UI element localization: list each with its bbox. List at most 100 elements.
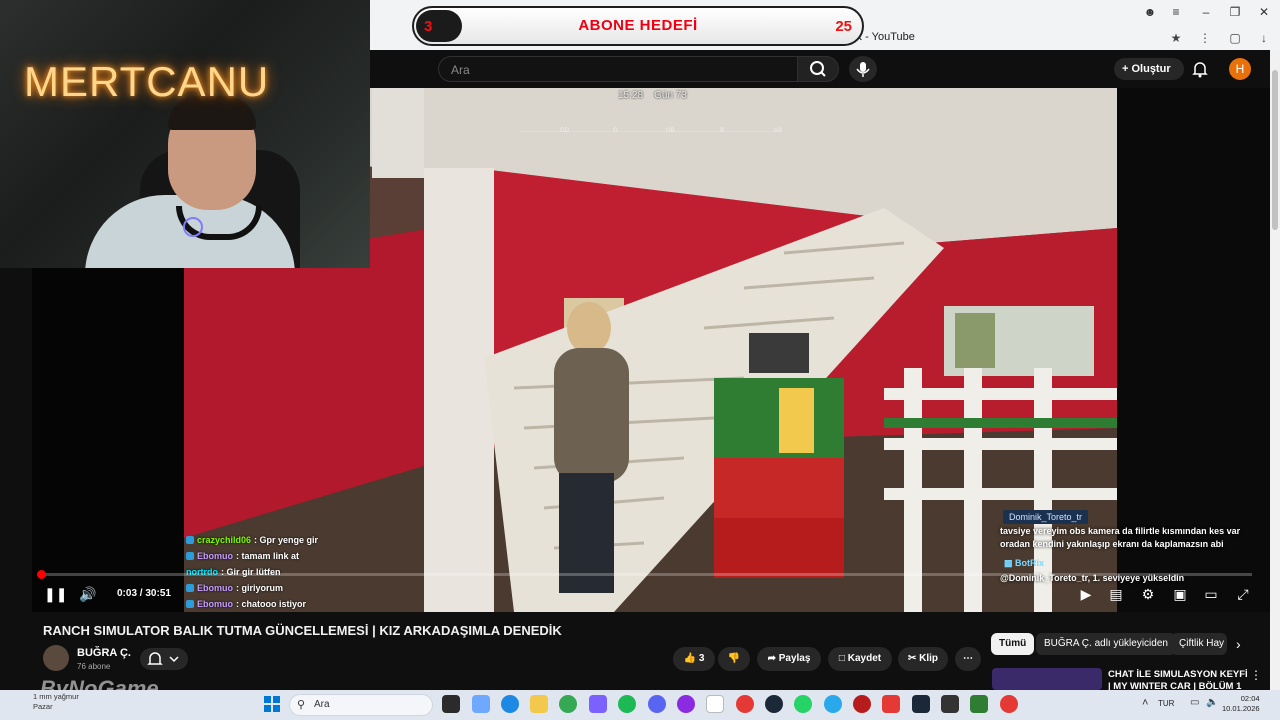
progress-bar[interactable] <box>40 573 1252 576</box>
yandex-icon[interactable] <box>706 695 724 713</box>
subtitles-icon: ▤ <box>1109 586 1123 602</box>
chat-text: : chatooo istiyor <box>236 599 307 609</box>
fullscreen-icon: ⤢ <box>1237 586 1249 602</box>
start-button[interactable] <box>264 696 280 712</box>
app-icon[interactable] <box>970 695 988 713</box>
stream-chat-overlay: crazychild06: Gpr yenge gir Ebomuo: tama… <box>186 532 426 612</box>
steam-icon[interactable] <box>912 695 930 713</box>
notifications-button[interactable] <box>1191 60 1209 78</box>
network-icon[interactable]: ▭ <box>1190 697 1199 708</box>
teams-icon[interactable] <box>589 695 607 713</box>
game-clock: 15:28 Gün 73 <box>618 90 687 101</box>
app-icon[interactable] <box>1000 695 1018 713</box>
bookmark-icon: □ <box>838 653 848 664</box>
chat-user: crazychild06 <box>197 535 252 545</box>
channel-avatar[interactable] <box>43 645 69 671</box>
game-day: Gün 73 <box>654 90 687 101</box>
headphone-logo-icon <box>183 217 203 237</box>
scrollbar-thumb[interactable] <box>1272 70 1278 230</box>
recommended-thumbnail[interactable] <box>992 668 1102 690</box>
create-button[interactable]: + Oluştur <box>1114 58 1184 80</box>
extensions-icon[interactable]: ▢ <box>1226 29 1244 47</box>
pause-icon: ❚❚ <box>44 586 68 602</box>
taskbar-clock[interactable]: 02:04 10.01.2026 <box>1222 694 1260 714</box>
voice-search-button[interactable] <box>849 56 877 82</box>
chat-text: : tamam link at <box>236 551 300 561</box>
clip-label: Klip <box>919 653 939 664</box>
file-explorer-icon[interactable] <box>530 695 548 713</box>
chevron-right-icon[interactable]: › <box>1236 636 1241 652</box>
save-button[interactable]: □ Kaydet <box>828 647 892 671</box>
app-icon[interactable] <box>853 695 871 713</box>
menu-icon[interactable]: ≡ <box>1162 3 1190 21</box>
discord-icon[interactable] <box>648 695 666 713</box>
whatsapp-icon[interactable] <box>794 695 812 713</box>
search-placeholder: Ara <box>451 63 470 77</box>
subtitles-button[interactable]: ▤ <box>1106 585 1126 603</box>
chip-uploader[interactable]: BUĞRA Ç. adlı yükleyiciden <box>1036 633 1176 655</box>
recommended-title[interactable]: CHAT İLE SIMULASYON KEYFİ | MY WINTER CA… <box>1108 669 1248 691</box>
time-readout: 0:03 / 30:51 <box>117 588 171 599</box>
clip-button[interactable]: ✂ Klip <box>898 647 948 671</box>
search-input[interactable]: Ara <box>438 56 798 82</box>
minimize-icon[interactable]: – <box>1192 3 1220 21</box>
share-icon: ➦ <box>767 653 779 664</box>
volume-button[interactable]: 🔊 <box>78 585 98 603</box>
cast-button[interactable]: ▭ <box>1201 585 1221 603</box>
miniplayer-button[interactable]: ▣ <box>1170 585 1190 603</box>
more-icon[interactable]: ⋮ <box>1196 29 1214 47</box>
chat-user: Ebomuo <box>197 599 233 609</box>
channel-name[interactable]: BUĞRA Ç. <box>77 647 131 659</box>
weather-widget[interactable]: 1 mm yağmur Pazar <box>33 692 79 712</box>
download-icon[interactable]: ↓ <box>1255 29 1273 47</box>
scissors-icon: ✂ <box>907 653 920 664</box>
copilot-icon[interactable] <box>472 695 490 713</box>
opera-icon[interactable] <box>736 695 754 713</box>
search-icon <box>810 61 826 77</box>
telegram-icon[interactable] <box>824 695 842 713</box>
more-actions-button[interactable]: ⋯ <box>955 647 981 671</box>
recommended-more-icon[interactable]: ⋮ <box>1250 668 1262 682</box>
bookmark-icon[interactable]: ★ <box>1167 29 1185 47</box>
autoplay-icon: ▶ <box>1080 586 1092 602</box>
thumbs-up-icon: 👍 <box>683 653 699 664</box>
task-view-icon[interactable] <box>442 695 460 713</box>
create-label: Oluştur <box>1131 63 1171 75</box>
webcam-overlay: MERTCANU <box>0 0 370 268</box>
chat-badge-icon <box>186 536 194 544</box>
pause-button[interactable]: ❚❚ <box>44 585 68 603</box>
app-icon[interactable] <box>882 695 900 713</box>
maximize-icon[interactable]: ❐ <box>1221 3 1249 21</box>
game-time: 15:28 <box>618 90 644 101</box>
fullscreen-button[interactable]: ⤢ <box>1233 585 1253 603</box>
like-button[interactable]: 👍 3 <box>673 647 715 671</box>
spotify-icon[interactable] <box>618 695 636 713</box>
share-button[interactable]: ➦ Paylaş <box>757 647 821 671</box>
progress-scrubber[interactable] <box>37 570 46 579</box>
chrome-icon[interactable] <box>559 695 577 713</box>
profile-icon[interactable]: ☻ <box>1136 3 1164 21</box>
chip-all[interactable]: Tümü <box>991 633 1035 655</box>
taskbar-search[interactable]: ⚲ Ara <box>289 694 433 716</box>
tray-chevron-icon[interactable]: ˄ <box>1142 697 1148 709</box>
chat-message: Ebomuo: chatooo istiyor <box>186 596 426 612</box>
app-icon[interactable] <box>677 695 695 713</box>
cast-icon: ▭ <box>1204 586 1218 602</box>
weather-text: 1 mm yağmur <box>33 692 79 701</box>
close-icon[interactable]: ✕ <box>1250 3 1278 21</box>
account-avatar[interactable]: H <box>1229 58 1251 80</box>
autoplay-toggle[interactable]: ▶ <box>1076 585 1096 603</box>
goal-title: ABONE HEDEFİ <box>578 17 698 34</box>
settings-button[interactable]: ⚙ <box>1138 585 1158 603</box>
chip-farm[interactable]: Çiftlik Hay <box>1171 633 1227 655</box>
subscribe-bell-button[interactable] <box>140 648 188 670</box>
bell-icon <box>147 652 179 665</box>
dislike-button[interactable]: 👎 <box>718 647 750 671</box>
weather-day: Pazar <box>33 702 53 711</box>
speaker-icon[interactable]: 🔈 <box>1206 697 1218 708</box>
app-icon[interactable] <box>941 695 959 713</box>
input-language[interactable]: TUR <box>1158 699 1174 708</box>
steam-icon[interactable] <box>765 695 783 713</box>
search-button[interactable] <box>797 56 839 82</box>
edge-icon[interactable] <box>501 695 519 713</box>
